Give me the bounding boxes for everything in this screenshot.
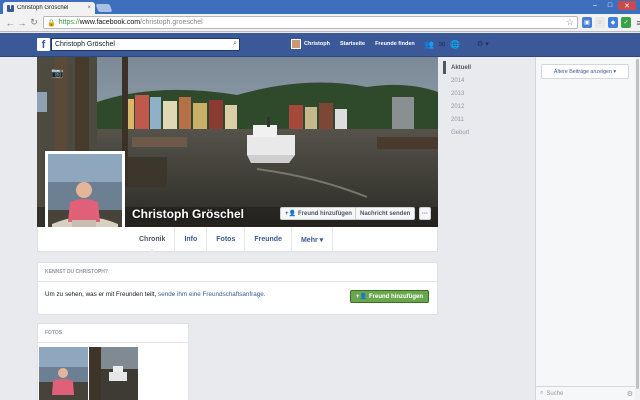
photo-thumbnail[interactable] xyxy=(89,347,138,400)
friend-request-link[interactable]: sende ihm eine Freundschaftsanfrage. xyxy=(158,291,265,298)
card-header: FOTOS xyxy=(38,324,188,343)
facebook-favicon-icon: f xyxy=(7,4,14,12)
nav-home[interactable]: Startseite xyxy=(340,41,365,47)
gear-icon[interactable]: ⚙ xyxy=(627,390,633,398)
add-friend-label: Freund hinzufügen xyxy=(369,293,423,300)
more-options-icon: ··· xyxy=(422,210,428,217)
tab-chronik[interactable]: Chronik xyxy=(130,227,176,253)
notifications-icon[interactable]: 🌐 xyxy=(450,39,460,49)
tab-title: Christoph Gröschel xyxy=(17,5,69,11)
friend-requests-icon[interactable]: 👥 xyxy=(424,39,434,49)
card-text: Um zu sehen, was er mit Freunden teilt, xyxy=(45,291,159,298)
tab-info[interactable]: Info xyxy=(175,227,208,252)
lock-icon: 🔒 xyxy=(47,19,56,27)
messages-icon[interactable]: ✉ xyxy=(437,39,447,49)
more-options-button[interactable]: ··· xyxy=(419,207,431,220)
tab-mehr[interactable]: Mehr ▾ xyxy=(292,227,334,252)
year-item[interactable]: Geburt xyxy=(446,126,483,139)
year-item[interactable]: 2012 xyxy=(446,100,483,113)
chat-search-placeholder: Suche xyxy=(546,390,564,397)
shield-icon[interactable]: ✓ xyxy=(621,17,631,28)
year-item[interactable]: Aktuell xyxy=(443,61,483,74)
new-tab-button[interactable] xyxy=(95,4,113,12)
url-host: www.facebook.com xyxy=(79,19,141,26)
tab-freunde[interactable]: Freunde xyxy=(245,227,292,252)
profile-tabs: Chronik Info Fotos Freunde Mehr ▾ xyxy=(130,227,334,253)
send-message-button[interactable]: Nachricht senden xyxy=(355,207,416,220)
nav-profile-label: Christoph xyxy=(304,41,330,47)
extension-icon[interactable]: ◌ xyxy=(595,17,605,28)
avatar xyxy=(291,39,301,49)
photo-thumbnail[interactable] xyxy=(39,347,88,400)
send-message-label: Nachricht senden xyxy=(360,210,411,217)
back-icon[interactable]: ← xyxy=(4,17,16,29)
older-posts-button[interactable]: Ältere Beiträge anzeigen ▾ xyxy=(541,64,629,79)
card-header: KENNST DU CHRISTOPH? xyxy=(38,263,437,282)
minimize-icon[interactable]: – xyxy=(588,1,602,10)
search-value: Christoph Gröschel xyxy=(55,41,115,48)
maximize-icon[interactable]: □ xyxy=(603,1,617,10)
timeline-years-nav: Aktuell 2014 2013 2012 2011 Geburt xyxy=(443,61,483,139)
extension-icon[interactable]: ▣ xyxy=(582,17,592,28)
add-friend-green-button[interactable]: +👤 Freund hinzufügen xyxy=(350,290,429,303)
facebook-logo-icon[interactable]: f xyxy=(37,38,50,51)
nav-find-friends[interactable]: Freunde finden xyxy=(375,41,415,47)
chat-search-input[interactable]: ⌕ Suche ⚙ xyxy=(536,386,636,400)
address-bar[interactable]: 🔒 https:// www.facebook.com /christoph.g… xyxy=(43,16,578,29)
year-item[interactable]: 2014 xyxy=(446,74,483,87)
extensions: ▣ ◌ ◆ ✓ ≡ xyxy=(582,17,640,28)
top-nav: Christoph Startseite Freunde finden xyxy=(291,39,415,49)
settings-icon[interactable]: ⚙ ▾ xyxy=(477,40,489,48)
tab-close-icon[interactable]: × xyxy=(87,5,91,11)
url-scheme: https:// xyxy=(58,19,80,26)
know-christoph-card: KENNST DU CHRISTOPH? Um zu sehen, was er… xyxy=(37,262,438,315)
add-friend-label: Freund hinzufügen xyxy=(297,210,352,217)
bookmark-star-icon[interactable]: ☆ xyxy=(566,17,574,28)
close-window-icon[interactable]: ✕ xyxy=(618,1,636,10)
menu-icon[interactable]: ≡ xyxy=(634,17,640,28)
forward-icon[interactable]: → xyxy=(16,17,28,29)
add-friend-icon: +👤 xyxy=(356,294,367,300)
scrollbar-thumb[interactable] xyxy=(636,59,639,389)
browser-tab[interactable]: f Christoph Gröschel × xyxy=(3,2,95,14)
search-icon[interactable]: ⌕ xyxy=(233,40,237,48)
add-friend-icon: +👤 xyxy=(285,211,296,217)
profile-name: Christoph Gröschel xyxy=(132,207,245,221)
right-sidebar: Ältere Beiträge anzeigen ▾ ⌕ Suche ⚙ xyxy=(535,57,636,400)
add-friend-button[interactable]: +👤 Freund hinzufügen xyxy=(280,207,357,220)
search-input[interactable]: Christoph Gröschel ⌕ xyxy=(51,38,240,51)
extension-icon[interactable]: ◆ xyxy=(608,17,618,28)
year-item[interactable]: 2013 xyxy=(446,87,483,100)
notification-icons: 👥 ✉ 🌐 xyxy=(424,39,460,49)
browser-tab-strip: f Christoph Gröschel × – □ ✕ xyxy=(0,0,640,14)
browser-toolbar: ← → ↻ 🔒 https:// www.facebook.com /chris… xyxy=(0,14,640,32)
year-item[interactable]: 2011 xyxy=(446,113,483,126)
search-icon: ⌕ xyxy=(540,390,544,396)
reload-icon[interactable]: ↻ xyxy=(28,17,40,29)
url-path: /christoph.groeschel xyxy=(140,19,203,26)
nav-profile[interactable]: Christoph xyxy=(291,39,330,49)
scrollbar[interactable] xyxy=(635,57,640,400)
camera-icon[interactable]: 📷 xyxy=(51,68,63,79)
profile-tabs-bar: Chronik Info Fotos Freunde Mehr ▾ xyxy=(37,227,438,253)
window-controls: – □ ✕ xyxy=(588,1,636,10)
tab-fotos[interactable]: Fotos xyxy=(207,227,246,252)
facebook-header: f Christoph Gröschel ⌕ Christoph Startse… xyxy=(0,33,640,57)
photos-card: FOTOS xyxy=(37,323,189,400)
